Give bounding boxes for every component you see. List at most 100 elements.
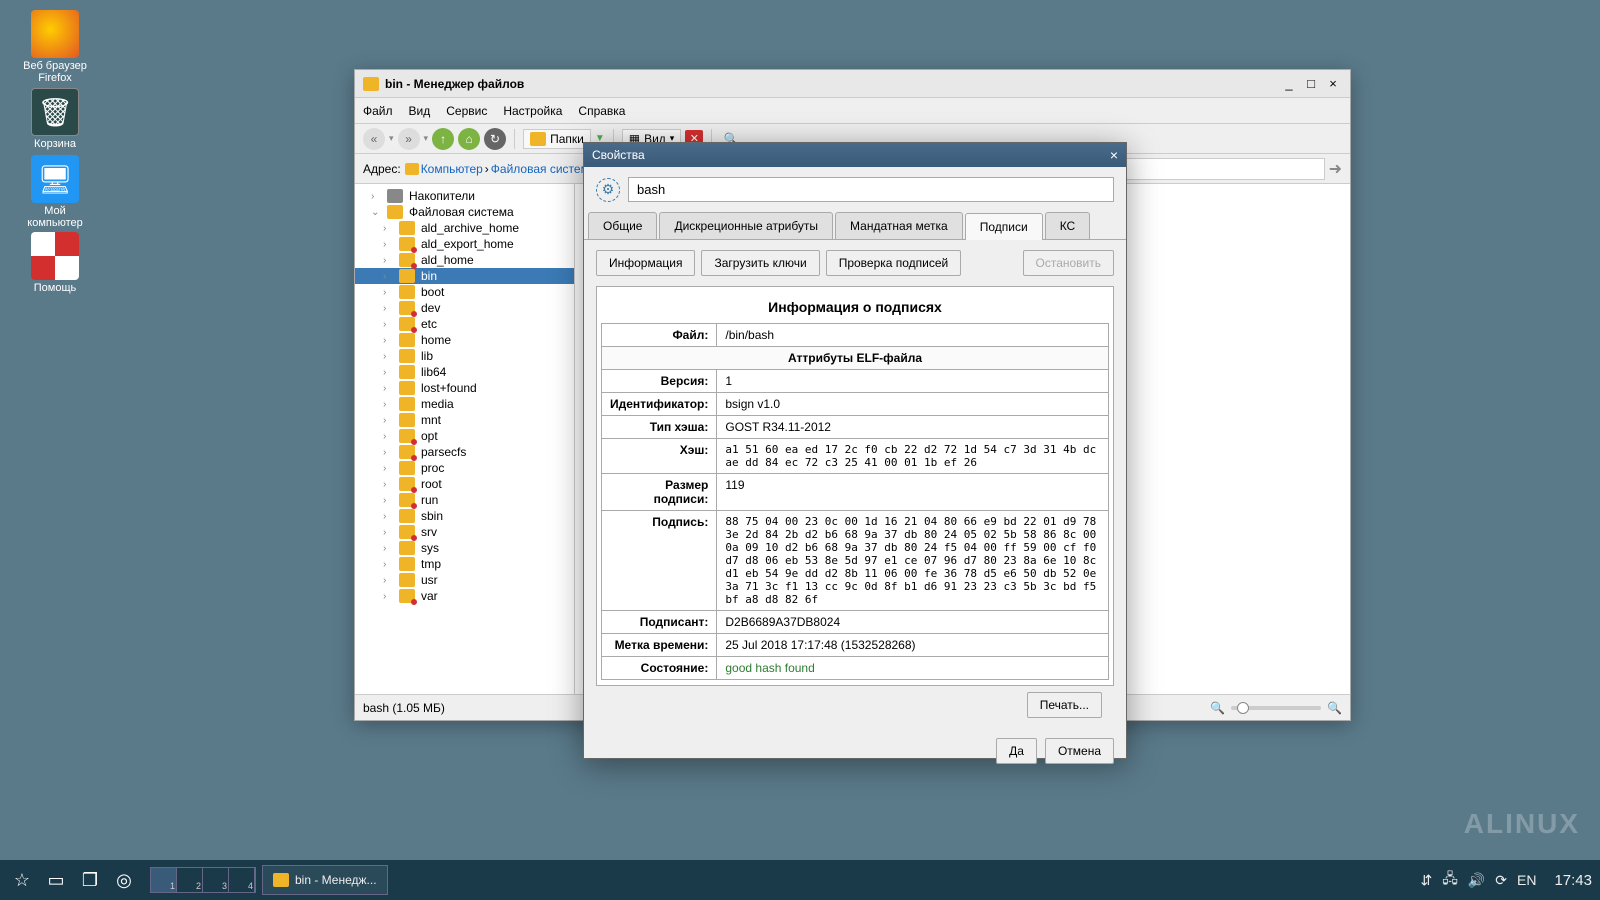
tree-item-run[interactable]: ›run (355, 492, 574, 508)
tree-item-tmp[interactable]: ›tmp (355, 556, 574, 572)
verify-button[interactable]: Проверка подписей (826, 250, 962, 276)
desktop-label: Корзина (20, 138, 90, 150)
tree-item-ald_archive_home[interactable]: ›ald_archive_home (355, 220, 574, 236)
desktop-label: Веб браузер Firefox (20, 60, 90, 84)
tree-item-drives[interactable]: ›Накопители (355, 188, 574, 204)
tree-item-dev[interactable]: ›dev (355, 300, 574, 316)
tree-item-sys[interactable]: ›sys (355, 540, 574, 556)
network-icon[interactable]: 🖧 (1442, 868, 1458, 892)
signature-panel[interactable]: Информация о подписях Файл:/bin/bash Атт… (596, 286, 1114, 686)
breadcrumb-item[interactable]: Файловая система (491, 162, 596, 176)
volume-icon[interactable]: 🔊 (1468, 872, 1485, 889)
tree-item-mnt[interactable]: ›mnt (355, 412, 574, 428)
load-keys-button[interactable]: Загрузить ключи (701, 250, 819, 276)
desktop-icon-computer[interactable]: 🖥 Мой компьютер (20, 155, 90, 229)
zoom-in-icon[interactable]: 🔍 (1327, 701, 1342, 715)
tree-item-proc[interactable]: ›proc (355, 460, 574, 476)
dialog-close-button[interactable]: × (1110, 147, 1118, 163)
desktop-icon-help[interactable]: Помощь (20, 232, 90, 294)
tree-item-lib64[interactable]: ›lib64 (355, 364, 574, 380)
start-button[interactable]: ☆ (8, 866, 36, 894)
zoom-slider[interactable] (1231, 706, 1321, 710)
updates-icon[interactable]: ⟳ (1495, 872, 1507, 889)
folders-toggle[interactable]: Папки (523, 129, 591, 149)
info-button[interactable]: Информация (596, 250, 695, 276)
usb-icon[interactable]: ⇵ (1420, 872, 1432, 889)
window-title: bin - Менеджер файлов (385, 77, 1276, 91)
tree-item-home[interactable]: ›home (355, 332, 574, 348)
forward-button[interactable]: » (398, 128, 420, 150)
cancel-button[interactable]: Отмена (1045, 738, 1114, 764)
ok-button[interactable]: Да (996, 738, 1037, 764)
help-icon (31, 232, 79, 280)
workspace-4[interactable]: 4 (229, 868, 255, 892)
close-button[interactable]: × (1324, 75, 1342, 93)
go-button[interactable]: ➜ (1329, 159, 1342, 179)
zoom-out-icon[interactable]: 🔍 (1210, 701, 1225, 715)
tree-item-var[interactable]: ›var (355, 588, 574, 604)
menu-bar: Файл Вид Сервис Настройка Справка (355, 98, 1350, 124)
tree-item-bin[interactable]: ›bin (355, 268, 574, 284)
workspace-2[interactable]: 2 (177, 868, 203, 892)
tree-item-opt[interactable]: ›opt (355, 428, 574, 444)
folder-icon (399, 349, 415, 363)
tree-item-etc[interactable]: ›etc (355, 316, 574, 332)
workspace-3[interactable]: 3 (203, 868, 229, 892)
tree-item-sbin[interactable]: ›sbin (355, 508, 574, 524)
tree-item-media[interactable]: ›media (355, 396, 574, 412)
print-button[interactable]: Печать... (1027, 692, 1102, 718)
tree-item-ald_home[interactable]: ›ald_home (355, 252, 574, 268)
dialog-title: Свойства (592, 148, 1110, 162)
filename-input[interactable] (628, 177, 1114, 202)
menu-file[interactable]: Файл (363, 104, 393, 118)
drive-icon (387, 189, 403, 203)
menu-view[interactable]: Вид (409, 104, 431, 118)
breadcrumb-item[interactable]: Компьютер (421, 162, 483, 176)
tree-item-usr[interactable]: ›usr (355, 572, 574, 588)
taskbar-task[interactable]: bin - Менедж... (262, 865, 388, 895)
apps-button[interactable]: ◎ (110, 866, 138, 894)
up-button[interactable]: ↑ (432, 128, 454, 150)
menu-service[interactable]: Сервис (446, 104, 487, 118)
folder-icon (399, 525, 415, 539)
titlebar[interactable]: bin - Менеджер файлов _ □ × (355, 70, 1350, 98)
minimize-button[interactable]: _ (1280, 75, 1298, 93)
tab-dac[interactable]: Дискреционные атрибуты (659, 212, 833, 239)
tree-item-root[interactable]: ›root (355, 476, 574, 492)
folder-icon (405, 163, 419, 175)
dialog-titlebar[interactable]: Свойства × (584, 143, 1126, 167)
zoom-control[interactable]: 🔍 🔍 (1210, 701, 1342, 715)
menu-settings[interactable]: Настройка (503, 104, 562, 118)
stop-button: Остановить (1023, 250, 1115, 276)
tree-item-boot[interactable]: ›boot (355, 284, 574, 300)
tab-signatures[interactable]: Подписи (965, 213, 1043, 240)
tree-item-filesystem[interactable]: ⌄Файловая система (355, 204, 574, 220)
tab-general[interactable]: Общие (588, 212, 657, 239)
home-button[interactable]: ⌂ (458, 128, 480, 150)
folder-icon (399, 557, 415, 571)
keyboard-layout[interactable]: EN (1517, 872, 1536, 888)
tree-item-srv[interactable]: ›srv (355, 524, 574, 540)
tab-mac[interactable]: Мандатная метка (835, 212, 963, 239)
tree-item-ald_export_home[interactable]: ›ald_export_home (355, 236, 574, 252)
workspace-pager[interactable]: 1 2 3 4 (150, 867, 256, 893)
clock[interactable]: 17:43 (1554, 872, 1592, 889)
refresh-button[interactable]: ↻ (484, 128, 506, 150)
tab-kc[interactable]: КС (1045, 212, 1091, 239)
folder-icon (399, 477, 415, 491)
folder-tree[interactable]: ›Накопители ⌄Файловая система ›ald_archi… (355, 184, 575, 694)
tree-item-lib[interactable]: ›lib (355, 348, 574, 364)
desktop-label: Мой компьютер (20, 205, 90, 229)
tree-item-lost+found[interactable]: ›lost+found (355, 380, 574, 396)
folder-icon (399, 365, 415, 379)
desktop-icon-trash[interactable]: 🗑 Корзина (20, 88, 90, 150)
maximize-button[interactable]: □ (1302, 75, 1320, 93)
show-desktop-button[interactable]: ▭ (42, 866, 70, 894)
back-button[interactable]: « (363, 128, 385, 150)
folder-icon (273, 873, 289, 887)
tree-item-parsecfs[interactable]: ›parsecfs (355, 444, 574, 460)
menu-help[interactable]: Справка (578, 104, 625, 118)
desktop-icon-firefox[interactable]: Веб браузер Firefox (20, 10, 90, 84)
workspace-1[interactable]: 1 (151, 868, 177, 892)
windows-button[interactable]: ❐ (76, 866, 104, 894)
